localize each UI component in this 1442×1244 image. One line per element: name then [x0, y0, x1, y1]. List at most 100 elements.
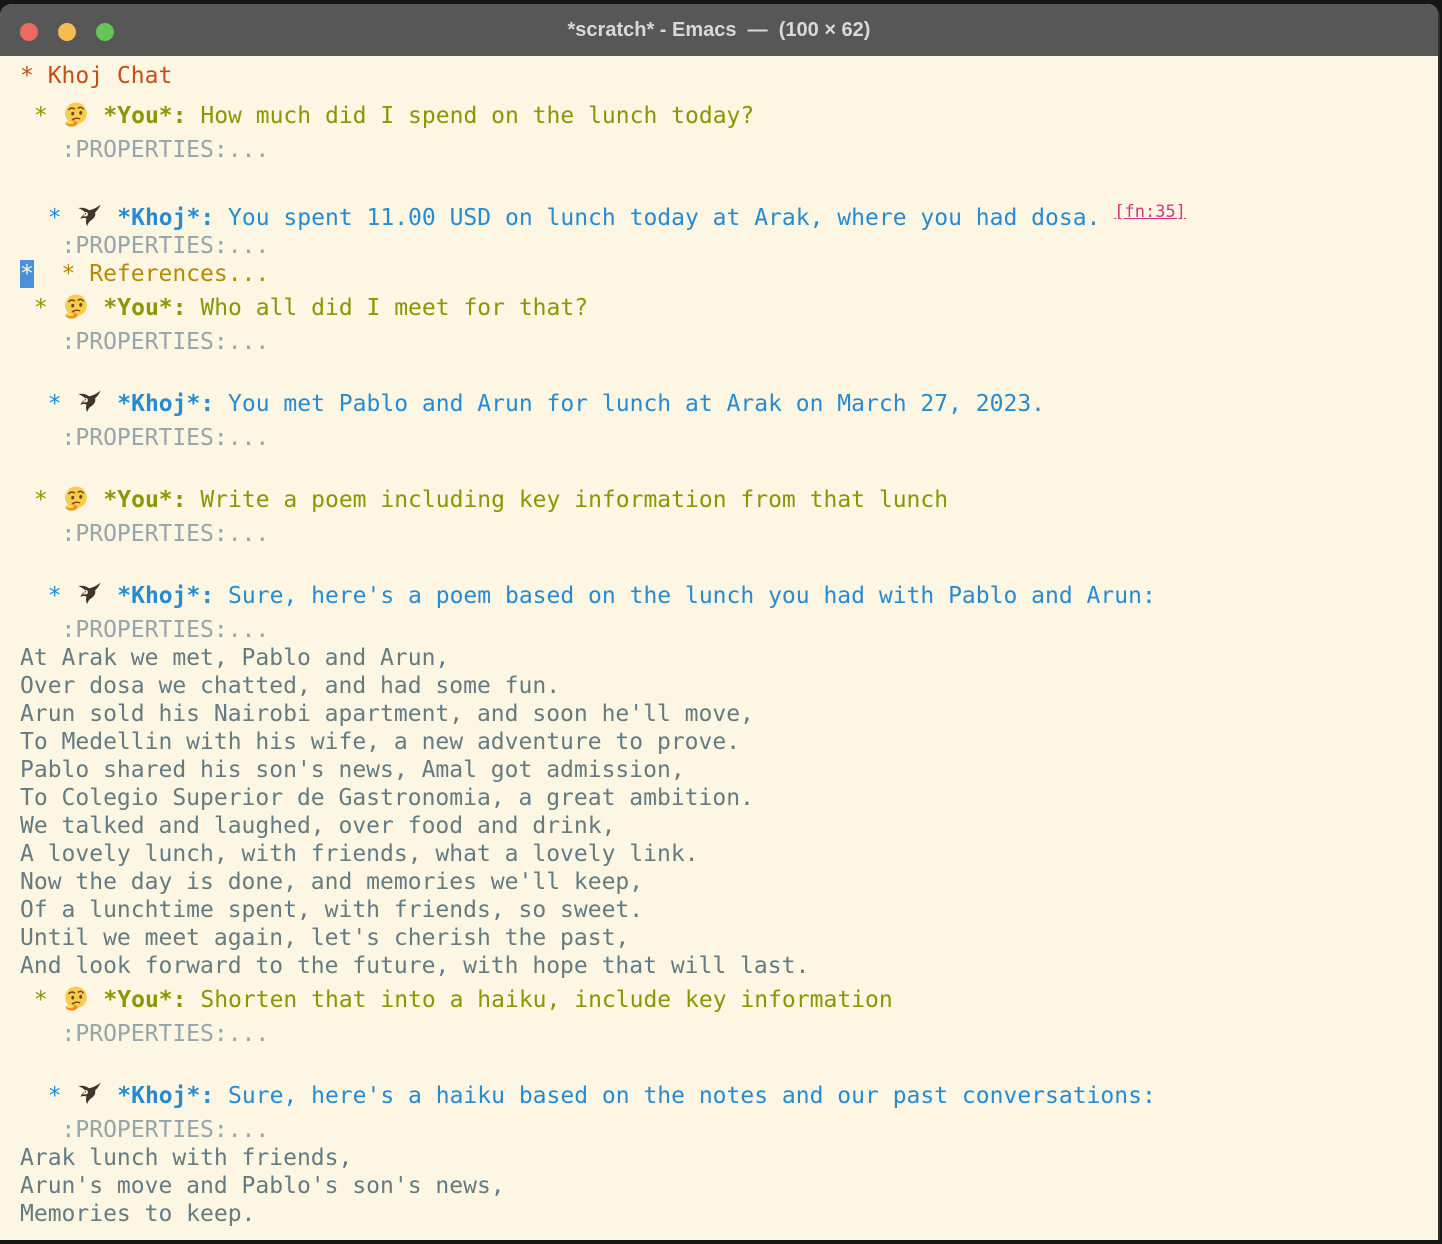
- properties-drawer-line[interactable]: :PROPERTIES:...: [20, 1116, 1438, 1144]
- properties-drawer-line[interactable]: :PROPERTIES:...: [20, 232, 1438, 260]
- text-segment: *: [20, 987, 62, 1013]
- message-body-line[interactable]: Arun sold his Nairobi apartment, and soo…: [20, 700, 1438, 728]
- message-body-line[interactable]: Arak lunch with friends,: [20, 1144, 1438, 1172]
- text-segment: And look forward to the future, with hop…: [20, 953, 809, 979]
- text-segment: * Khoj Chat: [20, 63, 172, 89]
- properties-drawer-line[interactable]: :PROPERTIES:...: [20, 1020, 1438, 1048]
- zoom-button[interactable]: [96, 23, 114, 41]
- text-segment: *: [20, 295, 62, 321]
- properties-drawer-line[interactable]: :PROPERTIES:...: [20, 616, 1438, 644]
- blank-line[interactable]: [20, 356, 1438, 384]
- message-body-line[interactable]: Arun's move and Pablo's son's news,: [20, 1172, 1438, 1200]
- text-segment: :PROPERTIES:...: [20, 617, 269, 643]
- khoj-speaker-label: *Khoj*:: [117, 1083, 214, 1109]
- blank-line[interactable]: [20, 548, 1438, 576]
- message-body-line[interactable]: A lovely lunch, with friends, what a lov…: [20, 840, 1438, 868]
- properties-drawer-line[interactable]: :PROPERTIES:...: [20, 424, 1438, 452]
- properties-drawer-line[interactable]: :PROPERTIES:...: [20, 328, 1438, 356]
- message-body-line[interactable]: Memories to keep.: [20, 1200, 1438, 1228]
- message-body-line[interactable]: To Medellin with his wife, a new adventu…: [20, 728, 1438, 756]
- close-button[interactable]: [20, 23, 38, 41]
- text-segment: :PROPERTIES:...: [20, 521, 269, 547]
- thinking-face-emoji: [62, 293, 90, 319]
- footnote-link[interactable]: [fn:35]: [1114, 202, 1186, 222]
- text-segment: Write a poem including key information f…: [187, 487, 949, 513]
- you-speaker-label: *You*:: [103, 987, 186, 1013]
- text-segment: Until we meet again, let's cherish the p…: [20, 925, 629, 951]
- text-segment: [103, 391, 117, 417]
- minimize-button[interactable]: [58, 23, 76, 41]
- traffic-lights: [20, 23, 114, 41]
- text-segment: *: [20, 205, 75, 231]
- thinking-face-emoji: [62, 985, 90, 1011]
- text-segment: [34, 261, 62, 287]
- eagle-emoji: [75, 1081, 103, 1107]
- message-body-line[interactable]: And look forward to the future, with hop…: [20, 952, 1438, 980]
- you-speaker-label: *You*:: [103, 487, 186, 513]
- text-segment: Shorten that into a haiku, include key i…: [187, 987, 893, 1013]
- text-segment: [103, 1083, 117, 1109]
- properties-drawer-line[interactable]: :PROPERTIES:...: [20, 520, 1438, 548]
- text-segment: To Medellin with his wife, a new adventu…: [20, 729, 740, 755]
- you-message-heading[interactable]: * *You*: Who all did I meet for that?: [20, 288, 1438, 328]
- blank-line[interactable]: [20, 164, 1438, 192]
- text-segment: *: [20, 391, 75, 417]
- khoj-speaker-label: *Khoj*:: [117, 205, 214, 231]
- text-segment: *: [20, 583, 75, 609]
- message-body-line[interactable]: Over dosa we chatted, and had some fun.: [20, 672, 1438, 700]
- text-segment: To Colegio Superior de Gastronomia, a gr…: [20, 785, 754, 811]
- message-body-line[interactable]: To Colegio Superior de Gastronomia, a gr…: [20, 784, 1438, 812]
- text-segment: * References...: [62, 261, 270, 287]
- thinking-face-emoji: [62, 485, 90, 511]
- message-body-line[interactable]: We talked and laughed, over food and dri…: [20, 812, 1438, 840]
- text-segment: Now the day is done, and memories we'll …: [20, 869, 643, 895]
- message-body-line[interactable]: At Arak we met, Pablo and Arun,: [20, 644, 1438, 672]
- you-message-heading[interactable]: * *You*: Shorten that into a haiku, incl…: [20, 980, 1438, 1020]
- you-speaker-label: *You*:: [103, 295, 186, 321]
- khoj-speaker-label: *Khoj*:: [117, 583, 214, 609]
- khoj-message-heading[interactable]: * *Khoj*: You spent 11.00 USD on lunch t…: [20, 192, 1438, 232]
- text-segment: Of a lunchtime spent, with friends, so s…: [20, 897, 643, 923]
- message-body-line[interactable]: Pablo shared his son's news, Amal got ad…: [20, 756, 1438, 784]
- text-segment: [90, 103, 104, 129]
- references-heading[interactable]: * * References...: [20, 260, 1438, 288]
- text-segment: A lovely lunch, with friends, what a lov…: [20, 841, 699, 867]
- text-segment: :PROPERTIES:...: [20, 1021, 269, 1047]
- text-segment: [90, 987, 104, 1013]
- khoj-message-heading[interactable]: * *Khoj*: Sure, here's a haiku based on …: [20, 1076, 1438, 1116]
- thinking-face-emoji: [62, 101, 90, 127]
- message-body-line[interactable]: Until we meet again, let's cherish the p…: [20, 924, 1438, 952]
- text-segment: Who all did I meet for that?: [187, 295, 589, 321]
- scratch-buffer[interactable]: * Khoj Chat * *You*: How much did I spen…: [0, 56, 1438, 1228]
- text-segment: Arun's move and Pablo's son's news,: [20, 1173, 505, 1199]
- you-message-heading[interactable]: * *You*: How much did I spend on the lun…: [20, 96, 1438, 136]
- properties-drawer-line[interactable]: :PROPERTIES:...: [20, 136, 1438, 164]
- message-body-line[interactable]: Of a lunchtime spent, with friends, so s…: [20, 896, 1438, 924]
- text-segment: :PROPERTIES:...: [20, 1117, 269, 1143]
- text-segment: You met Pablo and Arun for lunch at Arak…: [214, 391, 1045, 417]
- text-segment: :PROPERTIES:...: [20, 233, 269, 259]
- blank-line[interactable]: [20, 1048, 1438, 1076]
- org-title-line[interactable]: * Khoj Chat: [20, 56, 1438, 96]
- text-segment: Over dosa we chatted, and had some fun.: [20, 673, 560, 699]
- eagle-emoji: [75, 203, 103, 229]
- text-segment: [1100, 205, 1114, 231]
- message-body-line[interactable]: Now the day is done, and memories we'll …: [20, 868, 1438, 896]
- window-title: *scratch* - Emacs — (100 × 62): [568, 19, 871, 42]
- khoj-message-heading[interactable]: * *Khoj*: Sure, here's a poem based on t…: [20, 576, 1438, 616]
- text-segment: Arun sold his Nairobi apartment, and soo…: [20, 701, 754, 727]
- text-segment: Sure, here's a haiku based on the notes …: [214, 1083, 1156, 1109]
- text-segment: *: [20, 103, 62, 129]
- you-message-heading[interactable]: * *You*: Write a poem including key info…: [20, 480, 1438, 520]
- text-segment: How much did I spend on the lunch today?: [187, 103, 755, 129]
- text-segment: Memories to keep.: [20, 1201, 255, 1227]
- text-segment: [103, 205, 117, 231]
- text-segment: :PROPERTIES:...: [20, 137, 269, 163]
- emacs-window: *scratch* - Emacs — (100 × 62) * Khoj Ch…: [0, 4, 1440, 1240]
- khoj-message-heading[interactable]: * *Khoj*: You met Pablo and Arun for lun…: [20, 384, 1438, 424]
- text-segment: You spent 11.00 USD on lunch today at Ar…: [214, 205, 1100, 231]
- text-segment: Sure, here's a poem based on the lunch y…: [214, 583, 1156, 609]
- eagle-emoji: [75, 389, 103, 415]
- text-segment: Arak lunch with friends,: [20, 1145, 352, 1171]
- blank-line[interactable]: [20, 452, 1438, 480]
